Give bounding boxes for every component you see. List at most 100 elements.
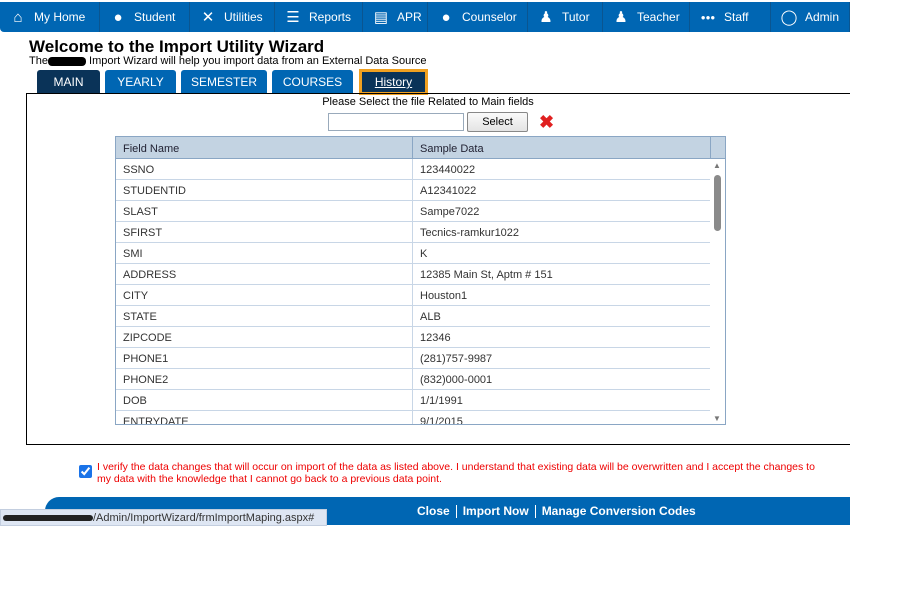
sample-data-cell: 123440022 <box>420 164 476 176</box>
sample-data-cell: K <box>420 248 428 260</box>
field-name-cell: STATE <box>116 306 413 326</box>
field-name-cell: ENTRYDATE <box>116 411 413 424</box>
table-row[interactable]: PHONE2 (832)000-0001 <box>116 369 725 390</box>
field-mapping-table: Field Name Sample Data SSNO 123440022 STUD… <box>115 136 726 425</box>
student-icon: ● <box>113 8 123 26</box>
tab-main[interactable]: MAIN <box>37 70 100 93</box>
nav-admin[interactable]: ◯ Admin <box>771 2 850 32</box>
home-icon: ⌂ <box>13 8 23 26</box>
table-row[interactable]: SLAST Sampe7022 <box>116 201 725 222</box>
field-name-cell: PHONE2 <box>116 369 413 389</box>
subtitle-post: Import Wizard will help you import data … <box>89 55 427 67</box>
sample-data-cell: 12346 <box>420 332 451 344</box>
nav-my-home[interactable]: ⌂ My Home <box>0 2 100 32</box>
status-url: /Admin/ImportWizard/frmImportMaping.aspx… <box>93 512 315 524</box>
nav-apr[interactable]: ▤ APR <box>363 2 428 32</box>
table-row[interactable]: SSNO 123440022 <box>116 159 725 180</box>
page-title: Welcome to the Import Utility Wizard <box>29 37 325 56</box>
header-sample-data[interactable]: Sample Data <box>413 137 711 158</box>
tutor-icon: ♟ <box>539 9 553 26</box>
table-row[interactable]: ADDRESS 12385 Main St, Aptm # 151 <box>116 264 725 285</box>
table-row[interactable]: SFIRST Tecnics-ramkur1022 <box>116 222 725 243</box>
tab-history[interactable]: History <box>359 69 428 95</box>
verify-consent[interactable]: I verify the data changes that will occu… <box>79 461 819 485</box>
tab-semester[interactable]: SEMESTER <box>181 70 267 93</box>
clear-file-icon[interactable]: ✖ <box>539 112 554 132</box>
tools-icon: ✕ <box>201 9 215 26</box>
table-header: Field Name Sample Data <box>116 137 725 159</box>
teacher-icon: ♟ <box>614 9 628 26</box>
table-row[interactable]: SMI K <box>116 243 725 264</box>
nav-label: Student <box>134 10 176 24</box>
field-name-cell: SFIRST <box>116 222 413 242</box>
verify-text: I verify the data changes that will occu… <box>97 461 815 485</box>
field-name-cell: ZIPCODE <box>116 327 413 347</box>
counselor-icon: ● <box>441 8 451 26</box>
nav-label: Counselor <box>462 10 517 24</box>
import-now-link[interactable]: Import Now <box>457 505 536 518</box>
nav-tutor[interactable]: ♟ Tutor <box>528 2 603 32</box>
field-name-cell: SMI <box>116 243 413 263</box>
scroll-thumb[interactable] <box>714 175 721 231</box>
nav-label: Tutor <box>562 10 590 24</box>
scroll-down-icon[interactable]: ▼ <box>713 414 721 423</box>
select-file-button[interactable]: Select <box>467 112 528 132</box>
nav-teacher[interactable]: ♟ Teacher <box>603 2 690 32</box>
staff-icon: ●●● <box>700 12 716 22</box>
table-scrollbar[interactable]: ▲ ▼ <box>710 159 725 424</box>
nav-staff[interactable]: ●●● Staff <box>690 2 771 32</box>
sample-data-cell: 12385 Main St, Aptm # 151 <box>420 269 553 281</box>
redacted-name <box>47 56 86 66</box>
field-name-cell: ADDRESS <box>116 264 413 284</box>
tab-yearly[interactable]: YEARLY <box>105 70 176 93</box>
file-path-input[interactable] <box>328 113 464 131</box>
field-name-cell: SSNO <box>116 159 413 179</box>
sample-data-cell: (281)757-9987 <box>420 353 493 365</box>
page-subtitle: The Import Wizard will help you import d… <box>29 55 427 67</box>
nav-utilities[interactable]: ✕ Utilities <box>190 2 275 32</box>
sample-data-cell: 1/1/1991 <box>420 395 463 407</box>
top-nav: ⌂ My Home ● Student ✕ Utilities ☰ Reports ▤ APR ● C… <box>0 2 850 32</box>
table-row[interactable]: ENTRYDATE 9/1/2015 <box>116 411 725 425</box>
nav-label: Staff <box>724 10 749 24</box>
table-row[interactable]: STUDENTID A12341022 <box>116 180 725 201</box>
sample-data-cell: Houston1 <box>420 290 468 302</box>
status-bar-url: /Admin/ImportWizard/frmImportMaping.aspx… <box>0 509 327 526</box>
apr-icon: ▤ <box>373 9 389 26</box>
field-name-cell: PHONE1 <box>116 348 413 368</box>
sample-data-cell: ALB <box>420 311 441 323</box>
sample-data-cell: A12341022 <box>420 185 477 197</box>
subtitle-pre: The <box>29 55 48 67</box>
field-name-cell: SLAST <box>116 201 413 221</box>
sample-data-cell: Tecnics-ramkur1022 <box>420 227 520 239</box>
scroll-up-icon[interactable]: ▲ <box>713 161 721 170</box>
table-row[interactable]: PHONE1 (281)757-9987 <box>116 348 725 369</box>
sample-data-cell: (832)000-0001 <box>420 374 493 386</box>
sample-data-cell: 9/1/2015 <box>420 416 463 425</box>
sample-data-cell: Sampe7022 <box>420 206 480 218</box>
nav-reports[interactable]: ☰ Reports <box>275 2 363 32</box>
nav-label: Reports <box>309 10 352 24</box>
field-name-cell: CITY <box>116 285 413 305</box>
verify-checkbox[interactable] <box>79 465 92 478</box>
table-row[interactable]: STATE ALB <box>116 306 725 327</box>
nav-label: My Home <box>34 10 86 24</box>
nav-label: Utilities <box>224 10 263 24</box>
table-row[interactable]: ZIPCODE 12346 <box>116 327 725 348</box>
nav-counselor[interactable]: ● Counselor <box>428 2 528 32</box>
nav-label: Teacher <box>637 10 680 24</box>
nav-student[interactable]: ● Student <box>100 2 190 32</box>
nav-label: Admin <box>805 10 840 24</box>
close-link[interactable]: Close <box>417 505 457 518</box>
redacted-host <box>3 515 93 522</box>
admin-icon: ◯ <box>780 9 798 26</box>
file-prompt: Please Select the file Related to Main f… <box>322 96 534 108</box>
field-name-cell: STUDENTID <box>116 180 413 200</box>
header-field-name[interactable]: Field Name <box>116 137 413 158</box>
reports-icon: ☰ <box>286 9 300 26</box>
table-row[interactable]: DOB 1/1/1991 <box>116 390 725 411</box>
manage-conversion-codes-link[interactable]: Manage Conversion Codes <box>536 505 702 518</box>
tab-courses[interactable]: COURSES <box>272 70 353 93</box>
field-name-cell: DOB <box>116 390 413 410</box>
table-row[interactable]: CITY Houston1 <box>116 285 725 306</box>
